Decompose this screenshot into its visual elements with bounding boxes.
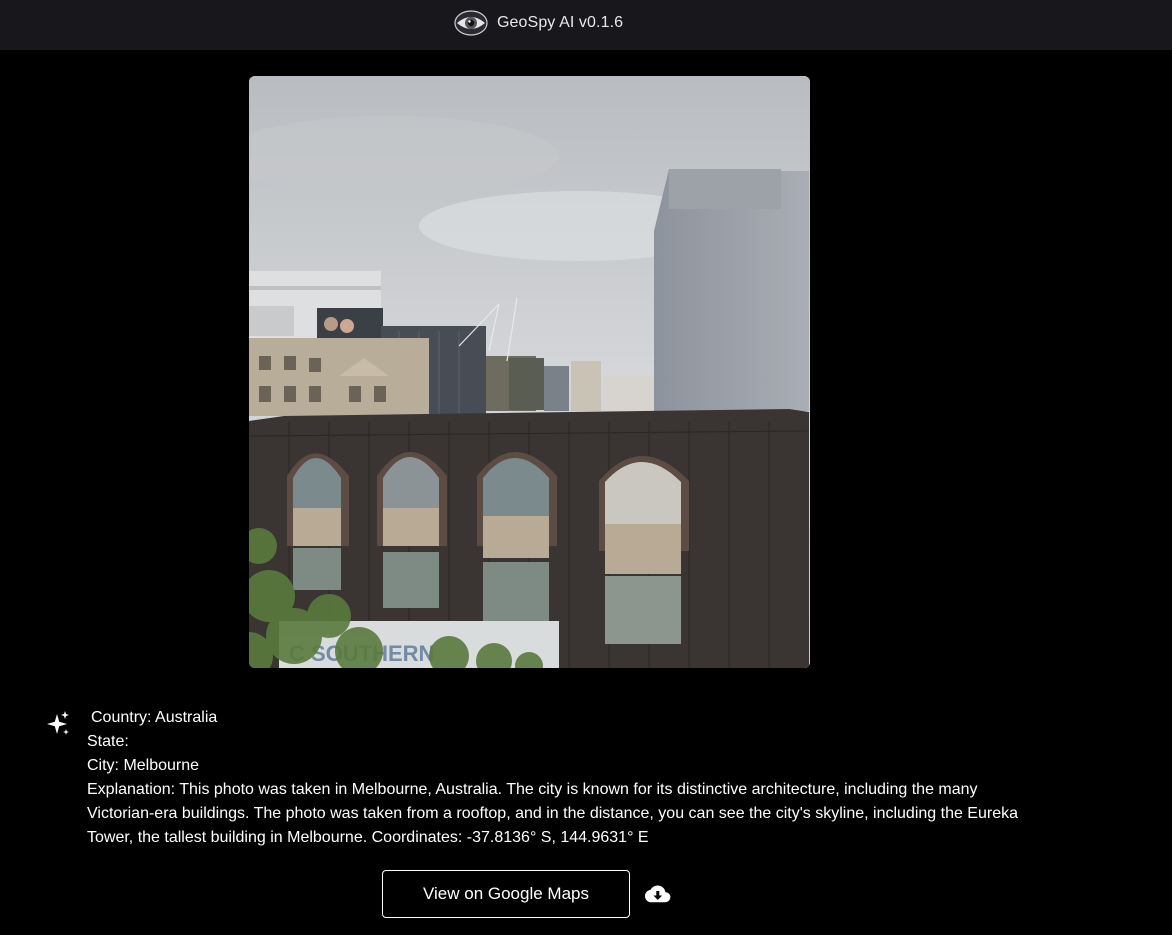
explanation-line: Explanation: This photo was taken in Mel… <box>87 781 1023 846</box>
result-text: Country: Australia State: City: Melbourn… <box>87 706 1027 850</box>
sparkle-icon <box>47 711 69 735</box>
city-line: City: Melbourne <box>87 757 200 774</box>
country-line: Country: Australia <box>91 709 218 726</box>
uploaded-photo: C SOUTHERN <box>249 76 810 668</box>
app-title: GeoSpy AI v0.1.6 <box>497 14 624 31</box>
brand[interactable]: GeoSpy AI v0.1.6 <box>454 8 623 38</box>
top-bar: GeoSpy AI v0.1.6 <box>0 0 1172 50</box>
cloud-download-icon[interactable] <box>645 884 671 906</box>
view-on-google-maps-button[interactable]: View on Google Maps <box>382 870 630 918</box>
eye-logo-icon <box>454 10 488 36</box>
state-line: State: <box>87 733 129 750</box>
